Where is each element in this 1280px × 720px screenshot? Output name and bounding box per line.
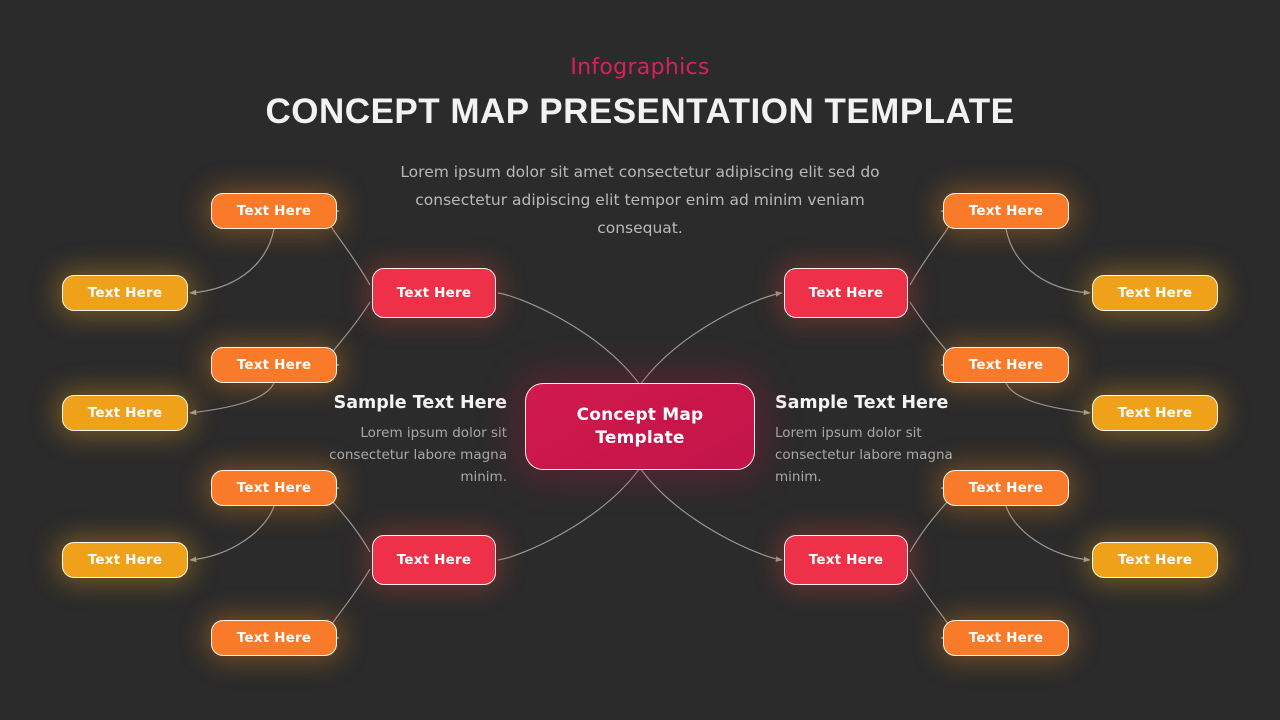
concept-node-r-bot-or-2[interactable]: Text Here	[943, 620, 1069, 656]
connector-path	[189, 228, 275, 296]
connector-path	[639, 291, 783, 386]
blurb-right: Sample Text Here Lorem ipsum dolor sit c…	[775, 393, 997, 488]
concept-node-label: Text Here	[968, 630, 1044, 646]
connector-path	[1005, 228, 1091, 296]
concept-node-l-bot-am-1[interactable]: Text Here	[62, 542, 188, 578]
concept-node-label: Text Here	[1117, 285, 1193, 301]
concept-node-label: Text Here	[1117, 405, 1193, 421]
concept-node-label: Text Here	[808, 552, 884, 568]
concept-node-r-top-or-1[interactable]: Text Here	[943, 193, 1069, 229]
concept-node-label: Text Here	[396, 285, 472, 301]
concept-node-label: Text Here	[968, 357, 1044, 373]
eyebrow-label: Infographics	[570, 55, 710, 80]
connector-path	[497, 461, 646, 561]
concept-node-label: Text Here	[396, 552, 472, 568]
connector-path	[189, 505, 275, 563]
blurb-right-heading: Sample Text Here	[775, 393, 949, 413]
concept-node-label: Text Here	[236, 203, 312, 219]
blurb-left-heading: Sample Text Here	[333, 393, 507, 413]
concept-node-label: Text Here	[1117, 552, 1193, 568]
concept-node-label: Text Here	[236, 357, 312, 373]
blurb-left-body: Lorem ipsum dolor sit consectetur labore…	[329, 425, 507, 485]
concept-node-r-top-am-1[interactable]: Text Here	[1092, 275, 1218, 311]
concept-map-slide: Infographics CONCEPT MAP PRESENTATION TE…	[0, 0, 1280, 720]
concept-node-l-bot-red[interactable]: Text Here	[372, 535, 496, 585]
blurb-right-body: Lorem ipsum dolor sit consectetur labore…	[775, 425, 953, 485]
concept-node-l-top-am-1[interactable]: Text Here	[62, 275, 188, 311]
center-node[interactable]: Concept Map Template	[525, 383, 755, 470]
concept-node-l-bot-or-2[interactable]: Text Here	[211, 620, 337, 656]
connector-path	[1005, 382, 1091, 416]
concept-node-l-top-am-2[interactable]: Text Here	[62, 395, 188, 431]
concept-node-r-bot-am-1[interactable]: Text Here	[1092, 542, 1218, 578]
concept-node-label: Text Here	[87, 552, 163, 568]
connector-path	[639, 467, 783, 562]
concept-node-l-top-or-2[interactable]: Text Here	[211, 347, 337, 383]
concept-node-label: Text Here	[236, 630, 312, 646]
concept-node-label: Text Here	[968, 203, 1044, 219]
concept-node-label: Text Here	[808, 285, 884, 301]
page-description: Lorem ipsum dolor sit amet consectetur a…	[400, 163, 880, 237]
connector-path	[189, 382, 275, 416]
concept-node-r-top-am-2[interactable]: Text Here	[1092, 395, 1218, 431]
concept-node-l-top-or-1[interactable]: Text Here	[211, 193, 337, 229]
page-title: CONCEPT MAP PRESENTATION TEMPLATE	[265, 92, 1015, 131]
concept-node-label: Text Here	[87, 285, 163, 301]
concept-node-l-top-red[interactable]: Text Here	[372, 268, 496, 318]
connector-path	[1005, 505, 1091, 563]
concept-node-r-top-or-2[interactable]: Text Here	[943, 347, 1069, 383]
concept-node-r-top-red[interactable]: Text Here	[784, 268, 908, 318]
concept-node-label: Text Here	[87, 405, 163, 421]
concept-node-r-bot-red[interactable]: Text Here	[784, 535, 908, 585]
center-node-line2: Template	[595, 427, 685, 448]
blurb-left: Sample Text Here Lorem ipsum dolor sit c…	[285, 393, 507, 488]
connector-path	[497, 292, 646, 392]
center-node-line1: Concept Map	[576, 404, 704, 425]
